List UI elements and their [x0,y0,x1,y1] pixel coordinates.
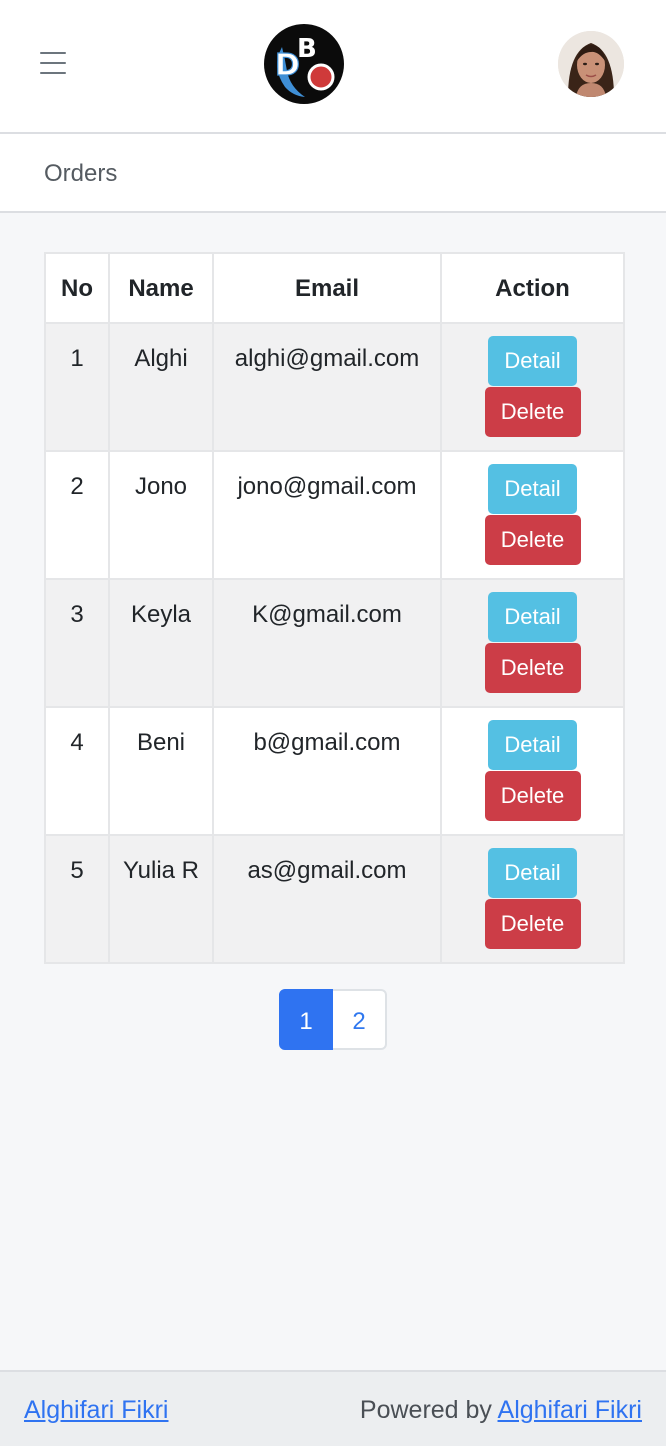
powered-by-text: Powered by [359,1396,492,1424]
table-row: 3 Keyla K@gmail.com Detail Delete [44,578,625,708]
hamburger-menu-icon[interactable] [40,52,66,74]
row-name: Jono [108,450,214,580]
column-header-action: Action [440,252,625,324]
table-row: 2 Jono jono@gmail.com Detail Delete [44,450,625,580]
page-link-1[interactable]: 1 [279,989,333,1050]
orders-table: No Name Email Action 1 Alghi alghi@gmail… [44,252,625,964]
delete-button[interactable]: Delete [484,899,581,949]
detail-button[interactable]: Detail [488,464,577,514]
user-avatar[interactable] [558,31,624,97]
footer-right: Powered by Alghifari Fikri [360,1396,642,1425]
row-name: Beni [108,706,214,836]
detail-button[interactable]: Detail [488,720,577,770]
row-no: 3 [44,578,110,708]
row-email: b@gmail.com [212,706,442,836]
column-header-no: No [44,252,110,324]
detail-button[interactable]: Detail [488,848,577,898]
row-no: 5 [44,834,110,964]
orders-table-container: No Name Email Action 1 Alghi alghi@gmail… [44,252,625,964]
powered-by-link[interactable]: Alghifari Fikri [498,1396,642,1424]
row-no: 1 [44,322,110,452]
table-row: 4 Beni b@gmail.com Detail Delete [44,706,625,836]
table-row: 5 Yulia R as@gmail.com Detail Delete [44,834,625,964]
row-email: K@gmail.com [212,578,442,708]
table-header-row: No Name Email Action [44,252,625,324]
delete-button[interactable]: Delete [484,643,581,693]
row-email: as@gmail.com [212,834,442,964]
row-actions: Detail Delete [440,450,625,580]
row-email: jono@gmail.com [212,450,442,580]
detail-button[interactable]: Detail [488,336,577,386]
pagination: 1 2 [279,989,387,1050]
delete-button[interactable]: Delete [484,771,581,821]
row-no: 4 [44,706,110,836]
row-email: alghi@gmail.com [212,322,442,452]
page-header: Orders [0,134,666,213]
row-actions: Detail Delete [440,834,625,964]
column-header-name: Name [108,252,214,324]
row-name: Yulia R [108,834,214,964]
row-actions: Detail Delete [440,322,625,452]
delete-button[interactable]: Delete [484,387,581,437]
top-navbar: D B [0,0,666,134]
svg-text:B: B [297,34,317,64]
row-no: 2 [44,450,110,580]
table-row: 1 Alghi alghi@gmail.com Detail Delete [44,322,625,452]
row-name: Alghi [108,322,214,452]
delete-button[interactable]: Delete [484,515,581,565]
detail-button[interactable]: Detail [488,592,577,642]
row-actions: Detail Delete [440,706,625,836]
footer: Alghifari Fikri Powered by Alghifari Fik… [0,1370,666,1446]
row-actions: Detail Delete [440,578,625,708]
page-link-2[interactable]: 2 [333,989,387,1050]
page-title: Orders [44,160,118,187]
row-name: Keyla [108,578,214,708]
footer-author-link[interactable]: Alghifari Fikri [24,1396,168,1424]
footer-left: Alghifari Fikri [24,1396,168,1425]
brand-logo[interactable]: D B [263,23,345,105]
column-header-email: Email [212,252,442,324]
